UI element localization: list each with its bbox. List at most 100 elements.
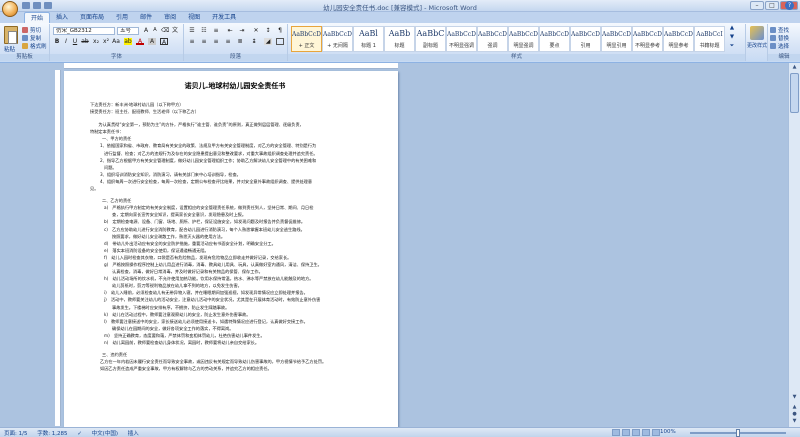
paste-icon[interactable] [4, 26, 18, 44]
decrease-indent-icon[interactable]: ⇤ [226, 27, 234, 34]
gallery-scroll-down-icon[interactable]: ▼ [725, 34, 739, 40]
web-layout-icon[interactable] [632, 429, 640, 436]
replace-button[interactable]: 替换 [778, 34, 789, 42]
word-count[interactable]: 字数: 1,285 [37, 431, 67, 437]
paragraph[interactable]: h) 幼儿活动场所的饮水机，不允许使用加热功能。饮用水保持常温，热水、沸水等严禁… [90, 275, 380, 282]
paragraph[interactable]: 见。 [90, 185, 380, 192]
draft-icon[interactable] [652, 429, 660, 436]
underline-icon[interactable]: U [71, 38, 79, 45]
style-item[interactable]: AaBbCcDc + 正文 [291, 26, 322, 52]
paragraph[interactable]: 三、违约责任 [90, 351, 380, 358]
help-icon[interactable]: ? [785, 1, 794, 10]
paragraph[interactable]: 2、指导乙方根据甲方有关安全管理制度，做好幼儿园安全管理组织工作；协助乙方解决幼… [90, 157, 380, 164]
paragraph[interactable]: 4、组织每周一次进行安全检查，每周一次检查，定期公布检查评比结果，并对安全意外事… [90, 178, 380, 185]
gallery-more-icon[interactable]: ⏷ [725, 43, 739, 50]
font-name-combo[interactable]: 仿宋_GB2312 [53, 27, 115, 35]
document-body[interactable]: 下达责任方：新丰洲·地球村幼儿园（以下称甲方） 接受责任方：班主任、配班教师、生活… [90, 101, 380, 372]
zoom-slider[interactable] [690, 429, 786, 437]
paragraph[interactable]: 认真检查，消毒，做好日常消毒，并及时做好记录和有关物品的保管、保存工作。 [90, 268, 380, 275]
zoom-slider-knob[interactable] [736, 429, 740, 437]
style-item[interactable]: AaBbCcDc 不明显强调 [446, 26, 477, 52]
change-styles-button[interactable]: 更改样式 [746, 42, 768, 49]
font-size-combo[interactable]: 五号 [117, 27, 139, 35]
format-painter-button[interactable]: 格式刷 [30, 42, 47, 50]
paragraph[interactable]: 下达责任方：新丰洲·地球村幼儿园（以下称甲方） [90, 101, 380, 108]
select-button[interactable]: 选择 [778, 42, 789, 50]
paragraph[interactable]: j) 活动中，教师要关注幼儿的活动安全，注意幼儿活动中的安全状况，尤其是在开展体… [90, 296, 380, 303]
tab-5[interactable]: 审阅 [158, 12, 182, 23]
copy-icon[interactable] [22, 35, 28, 41]
paragraph[interactable]: g) 严格按照操作程序控制上幼儿用品进行消毒，消毒、教具幼儿用具、玩具，认真做好… [90, 261, 380, 268]
scroll-thumb[interactable] [790, 73, 799, 113]
copy-button[interactable]: 复制 [30, 34, 41, 42]
numbering-icon[interactable]: ☷ [200, 27, 208, 34]
paragraph[interactable]: c) 乙方应协助幼儿进行安全消防教育，配合幼儿园进行消防演习，每个人熟悉掌握本班… [90, 226, 380, 233]
find-button[interactable]: 查找 [778, 26, 789, 34]
replace-icon[interactable] [770, 35, 776, 41]
chinese-layout-icon[interactable]: ✕ [252, 27, 260, 34]
tab-2[interactable]: 页面布局 [74, 12, 110, 23]
paragraph[interactable]: l) 教师要注意接送中的安全，家长接送幼儿必须使用接送卡，如遇特殊情况应进行登记… [90, 318, 380, 325]
tab-4[interactable]: 邮件 [134, 12, 158, 23]
style-item[interactable]: AaBbCcDc 明显引用 [601, 26, 632, 52]
style-item[interactable]: AaBbCcDc 引用 [570, 26, 601, 52]
highlight-icon[interactable]: ab [124, 38, 132, 45]
sort-icon[interactable]: ↕ [264, 27, 272, 34]
paragraph[interactable]: 二、乙方的责任 [90, 197, 380, 204]
outline-icon[interactable] [642, 429, 650, 436]
style-item[interactable]: AaBbCcDc 要点 [539, 26, 570, 52]
paragraph[interactable]: 按照要求，做好幼儿安全疏散工作，熟悉灭火器的使用方法。 [90, 233, 380, 240]
style-item[interactable]: AaBbCcI 书籍标题 [694, 26, 725, 52]
bullets-icon[interactable]: ☰ [188, 27, 196, 34]
horizontal-ruler[interactable] [64, 63, 398, 69]
italic-icon[interactable]: I [62, 38, 70, 45]
tab-3[interactable]: 引用 [110, 12, 134, 23]
paragraph[interactable]: f) 幼儿入园时检查其衣物，口袋是否有危险物品，发现有危险物品立即收走并做好记录… [90, 254, 380, 261]
style-item[interactable]: AaBbC 副标题 [415, 26, 446, 52]
shrink-font-icon[interactable]: A [151, 27, 159, 34]
select-cursor-icon[interactable] [770, 43, 776, 49]
paste-label[interactable]: 粘贴 [4, 45, 15, 53]
tab-0[interactable]: 开始 [24, 12, 51, 23]
superscript-icon[interactable]: x² [102, 38, 110, 45]
char-shading-icon[interactable]: A [148, 38, 156, 45]
scroll-up-icon[interactable]: ▲ [790, 63, 799, 71]
subscript-icon[interactable]: x₂ [92, 38, 100, 45]
paragraph[interactable]: 确保幼儿在园期间的安全，做好各项安全工作的落实，不得离岗。 [90, 325, 380, 332]
paragraph[interactable]: k) 幼儿在活动过程中，教师要注意观察幼儿的安全，防止发生意外伤害事故。 [90, 311, 380, 318]
tab-6[interactable]: 视图 [182, 12, 206, 23]
paragraph[interactable]: 一、甲方的责任 [90, 135, 380, 142]
vertical-scrollbar[interactable]: ▲ ▼ ▲ ● ▼ [788, 63, 800, 427]
binoculars-icon[interactable] [770, 27, 776, 33]
paragraph[interactable]: 如因乙方责任造成严重安全事故，甲方有权解除与乙方的劳动关系，并追究乙方的相应责任… [90, 365, 380, 372]
gallery-scroll-up-icon[interactable]: ▲ [725, 25, 739, 31]
change-styles-icon[interactable] [750, 26, 764, 40]
paragraph[interactable]: m) 坚持正确教育，态度要和蔼，严禁体罚和变相体罚幼儿，杜绝伤害幼儿事件发生。 [90, 332, 380, 339]
paragraph[interactable]: 事故发生。下楼梯时应安排有序，不拥挤，防止发生踩踏事故。 [90, 304, 380, 311]
language-status[interactable]: 中文(中国) [92, 431, 118, 437]
strikethrough-icon[interactable]: ab [81, 38, 89, 45]
scissors-icon[interactable] [22, 27, 28, 33]
style-item[interactable]: AaBbCcDc + 无间隔 [322, 26, 353, 52]
align-left-icon[interactable]: ≡ [188, 38, 196, 45]
paragraph[interactable]: e) 落实本班消防设备的安全使用，保证通道畅通无阻。 [90, 247, 380, 254]
style-item[interactable]: AaBbCcDc 明显强调 [508, 26, 539, 52]
tab-7[interactable]: 开发工具 [206, 12, 242, 23]
minimize-button[interactable]: – [750, 1, 764, 10]
paragraph[interactable]: b) 定期检查电源、设备、门窗、场地、厕所、护栏，保证设施安全，如发现问题及时报… [90, 218, 380, 225]
style-item[interactable]: AaBbCcDc 明显参考 [663, 26, 694, 52]
paragraph[interactable]: a) 严格执行甲方制定的有关安全制度，设置相应的安全管理责任系统，做到责任到人，… [90, 204, 380, 211]
next-page-icon[interactable]: ▼ [790, 417, 799, 425]
paragraph[interactable]: 查，定期向家长宣传安全知识，提高家长安全意识，发现隐患及时上报。 [90, 211, 380, 218]
line-spacing-icon[interactable]: ↨ [250, 38, 258, 45]
paragraph[interactable]: 乙方在一年内若因未履行安全责任而导致安全事故，或因违反有关规定而导致幼儿伤害事故… [90, 358, 380, 365]
style-item[interactable]: AaBb 标题 [384, 26, 415, 52]
document-page[interactable]: 诺贝儿.地球村幼儿园安全责任书 下达责任方：新丰洲·地球村幼儿园（以下称甲方）接… [64, 71, 398, 431]
insert-mode[interactable]: 插入 [128, 431, 139, 437]
bold-icon[interactable]: B [53, 38, 61, 45]
zoom-level[interactable]: 100% [660, 429, 676, 435]
paragraph[interactable]: n) 幼儿离园前，教师要检查幼儿身体状况，离园时，教师要将幼儿亲自交给家长。 [90, 339, 380, 346]
full-screen-reading-icon[interactable] [622, 429, 630, 436]
borders-icon[interactable] [276, 38, 284, 45]
tab-1[interactable]: 插入 [50, 12, 74, 23]
